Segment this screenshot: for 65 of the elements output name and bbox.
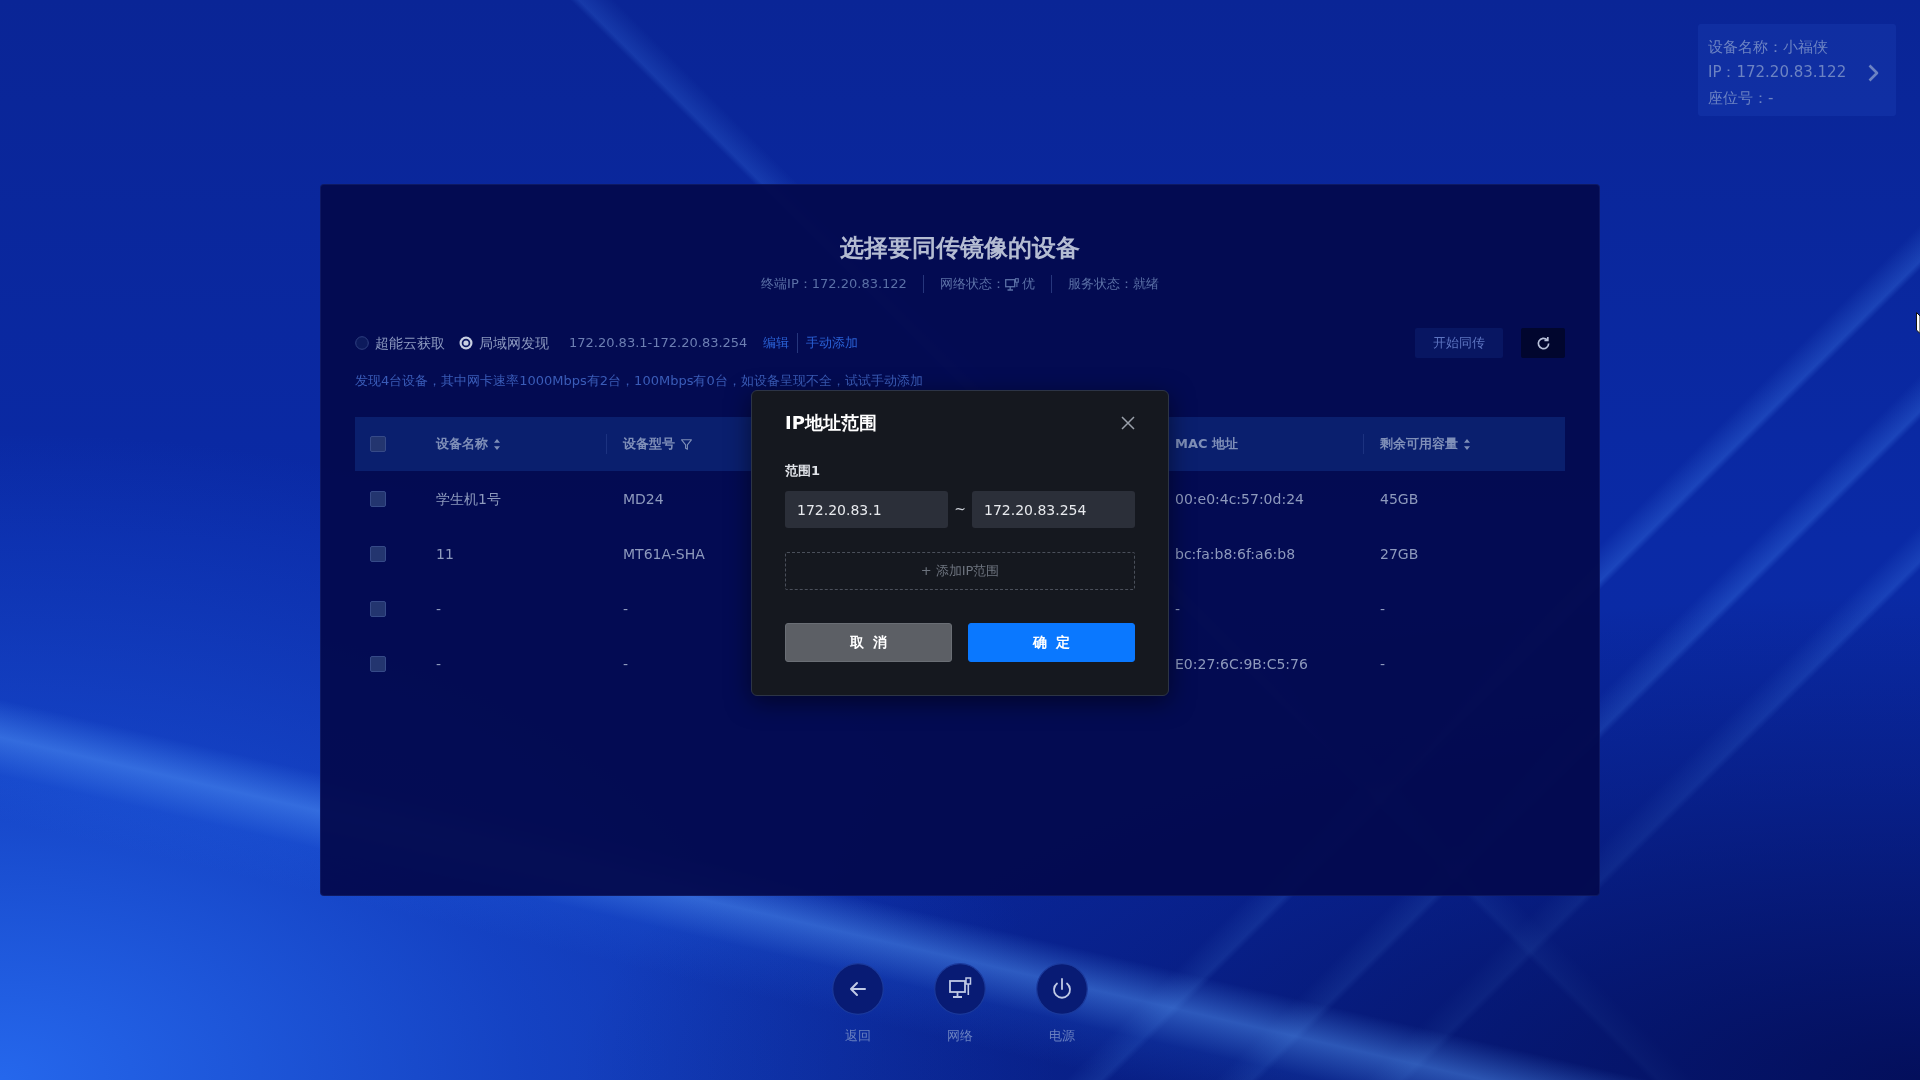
range-end-field[interactable]: 172.20.83.254 <box>972 491 1135 528</box>
radio-icon[interactable] <box>459 336 473 350</box>
add-range-button[interactable]: + 添加IP范围 <box>785 552 1135 590</box>
sort-icon[interactable] <box>494 438 500 450</box>
monitor-icon <box>1004 277 1019 291</box>
status-text: 终端IP：172.20.83.122 <box>761 275 907 293</box>
column-header[interactable]: MAC 地址 <box>1175 434 1239 454</box>
row-checkbox[interactable] <box>370 655 386 672</box>
monitor-icon[interactable] <box>934 963 986 1015</box>
table-cell: 45GB <box>1380 490 1419 507</box>
select-all-checkbox[interactable] <box>370 436 386 452</box>
table-cell: - <box>623 600 629 617</box>
sort-icon[interactable] <box>1464 438 1470 450</box>
status-label: 网络状态： <box>939 275 1005 293</box>
panel-title: 选择要同传镜像的设备 <box>839 233 1081 263</box>
row-checkbox[interactable] <box>370 545 386 562</box>
refresh-button[interactable] <box>1521 328 1565 358</box>
table-cell: - <box>1380 600 1386 617</box>
radio-icon[interactable] <box>355 336 369 350</box>
discovery-notice: 发现4台设备，其中网卡速率1000Mbps有2台，100Mbps有0台，如设备呈现不全，试试手动添加 <box>355 372 924 390</box>
source-radio-option[interactable]: 超能云获取 <box>355 332 445 354</box>
range-label: 范围1 <box>785 462 822 480</box>
info-text: IP：172.20.83.122 <box>1708 62 1848 84</box>
row-checkbox[interactable] <box>370 600 386 617</box>
power-icon[interactable] <box>1036 963 1088 1015</box>
power-button[interactable]: 电源 <box>1022 963 1102 1045</box>
table-cell: 11 <box>436 545 454 562</box>
network-button[interactable]: 网络 <box>920 963 1000 1045</box>
dialog-title: IP地址范围 <box>785 411 877 435</box>
column-header[interactable]: 剩余可用容量 <box>1380 434 1458 454</box>
table-cell: MD24 <box>623 490 664 507</box>
filter-icon[interactable] <box>681 438 692 450</box>
table-cell: - <box>623 655 629 672</box>
close-button[interactable] <box>1121 416 1135 430</box>
status-value: 优 <box>1021 275 1035 293</box>
arrow-left-icon[interactable] <box>832 963 884 1015</box>
close-icon <box>1121 416 1135 430</box>
table-cell: E0:27:6C:9B:C5:76 <box>1175 655 1308 672</box>
table-cell: - <box>1175 600 1181 617</box>
range-separator: ~ <box>953 500 967 519</box>
table-cell: - <box>436 655 442 672</box>
column-header[interactable]: 设备型号 <box>623 434 675 454</box>
ip-range-text: 172.20.83.1-172.20.83.254 <box>569 334 748 353</box>
table-cell: 00:e0:4c:57:0d:24 <box>1175 490 1304 507</box>
cancel-button[interactable]: 取消 <box>785 623 952 662</box>
status-text: 服务状态：就绪 <box>1067 275 1159 293</box>
table-cell: 学生机1号 <box>436 490 501 507</box>
edit-link[interactable]: 编辑 <box>755 333 798 353</box>
confirm-button[interactable]: 确定 <box>968 623 1135 662</box>
table-cell: - <box>436 600 442 617</box>
info-text: 设备名称：小福侠 <box>1708 36 1829 58</box>
table-cell: 27GB <box>1380 545 1419 562</box>
table-cell: MT61A-SHA <box>623 545 705 562</box>
column-header[interactable]: 设备名称 <box>436 434 488 454</box>
range-start-field[interactable]: 172.20.83.1 <box>785 491 948 528</box>
back-button[interactable]: 返回 <box>818 963 898 1045</box>
table-cell: - <box>1380 655 1386 672</box>
manual-add-link[interactable]: 手动添加 <box>797 333 867 353</box>
chevron-right-icon[interactable] <box>1868 64 1879 82</box>
info-text: 座位号：- <box>1708 87 1775 109</box>
row-checkbox[interactable] <box>370 490 386 507</box>
refresh-icon <box>1535 335 1551 351</box>
table-cell: bc:fa:b8:6f:a6:b8 <box>1175 545 1296 562</box>
source-radio-option[interactable]: 局域网发现 <box>459 332 549 354</box>
pointer-icon <box>1916 312 1920 334</box>
